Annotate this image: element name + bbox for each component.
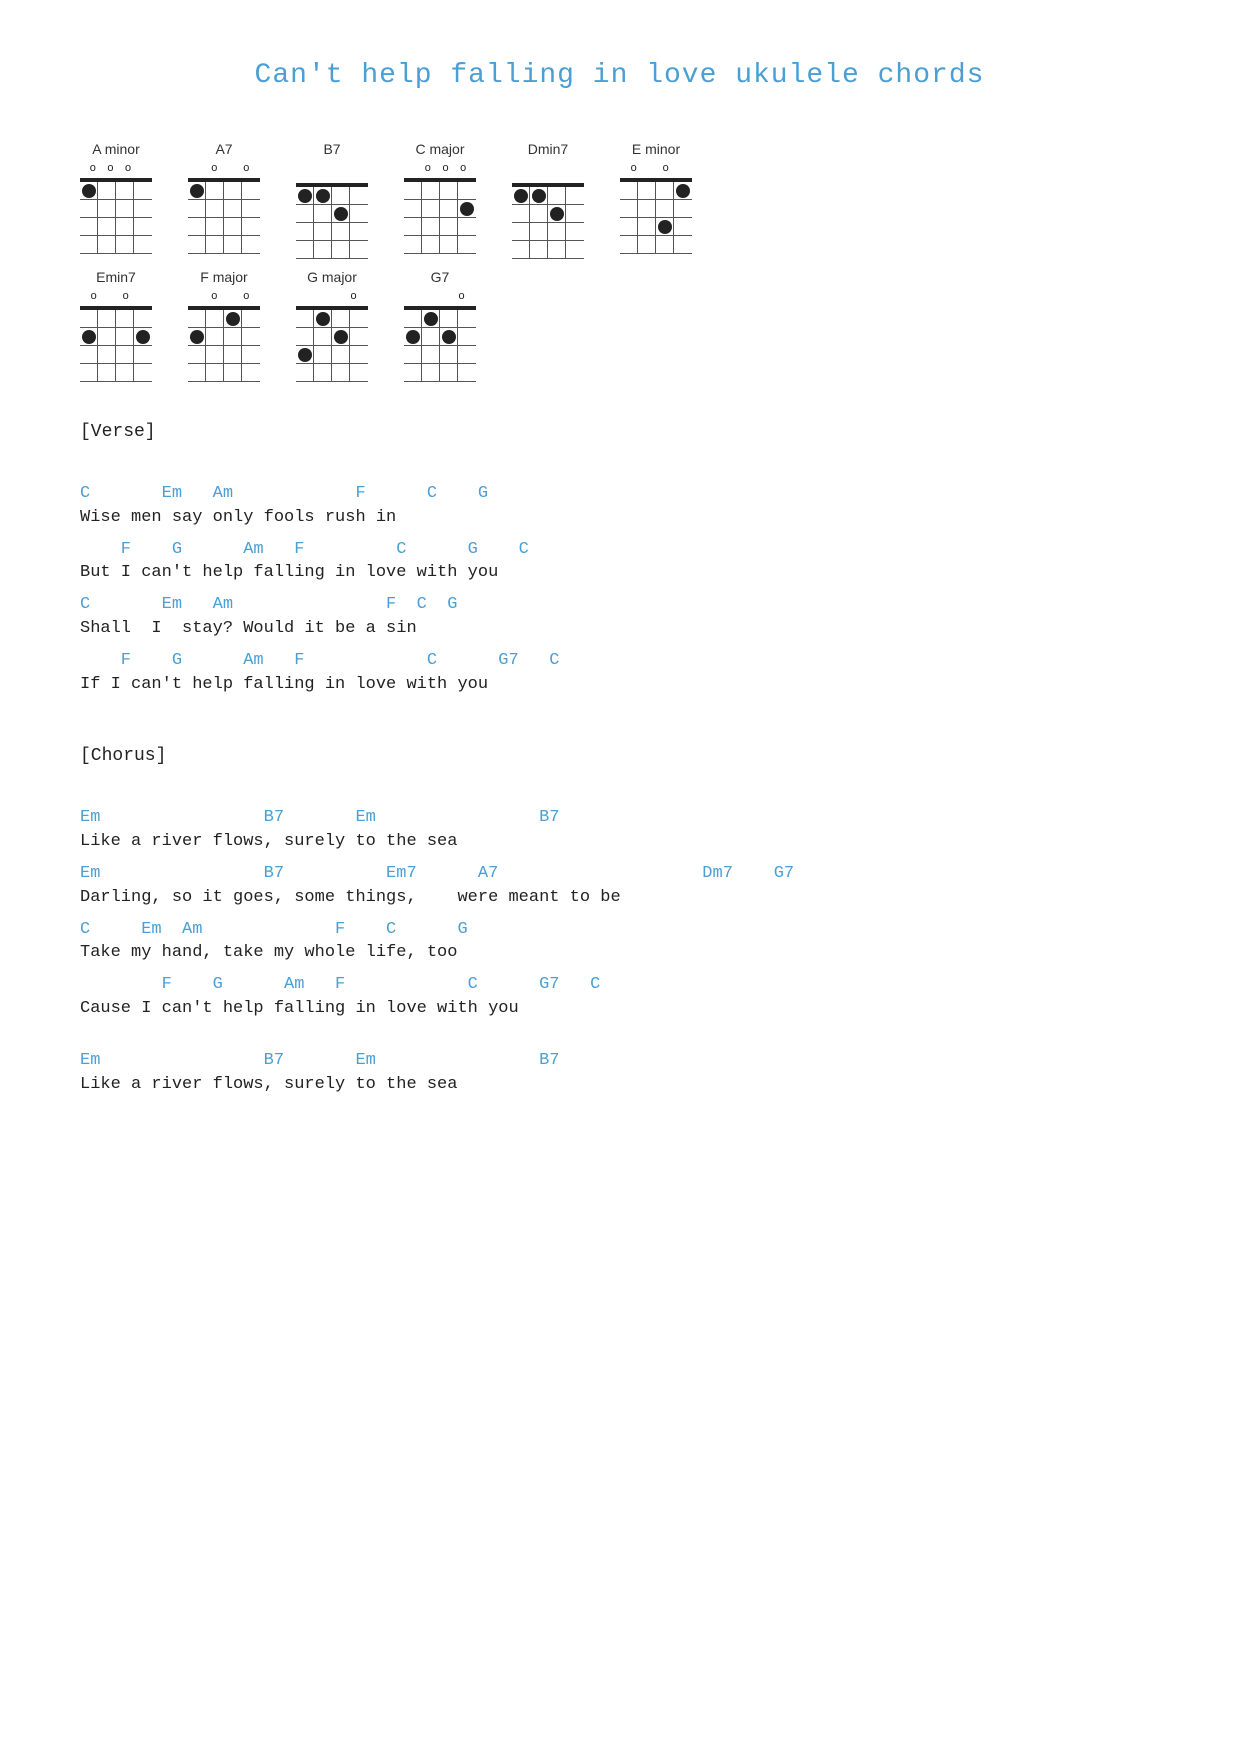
verse-line-1: C Em Am F C G Wise men say only fools ru… (80, 482, 1159, 530)
chorus-lyric-2: Darling, so it goes, some things, were m… (80, 886, 1159, 910)
verse-header: [Verse] (80, 422, 1159, 442)
verse-line-2: F G Am F C G C But I can't help falling … (80, 538, 1159, 586)
chord-diagram-cmajor: C major o o o (404, 141, 476, 254)
chorus-section: [Chorus] Em B7 Em B7 Like a river flows,… (80, 746, 1159, 1096)
chord-diagram-g7: G7 o (404, 269, 476, 382)
verse-chord-4: F G Am F C G7 C (80, 649, 1159, 673)
chorus-lyric-4: Cause I can't help falling in love with … (80, 997, 1159, 1021)
verse-section: [Verse] C Em Am F C G Wise men say only … (80, 422, 1159, 696)
chorus-line-4: F G Am F C G7 C Cause I can't help falli… (80, 973, 1159, 1021)
chorus-chord-3: C Em Am F C G (80, 918, 1159, 942)
page-title: Can't help falling in love ukulele chord… (80, 60, 1159, 91)
chorus-lyric-1: Like a river flows, surely to the sea (80, 830, 1159, 854)
chorus-chord-5: Em B7 Em B7 (80, 1049, 1159, 1073)
verse-lyric-1: Wise men say only fools rush in (80, 506, 1159, 530)
verse-chord-3: C Em Am F C G (80, 593, 1159, 617)
chord-diagram-eminor: E minor o o (620, 141, 692, 254)
chord-diagram-fmajor: F major o o (188, 269, 260, 382)
chord-diagram-b7: B7 (296, 141, 368, 259)
chord-diagram-aminor: A minor o o o (80, 141, 152, 254)
verse-lyric-4: If I can't help falling in love with you (80, 673, 1159, 697)
verse-chord-2: F G Am F C G C (80, 538, 1159, 562)
chorus-chord-1: Em B7 Em B7 (80, 806, 1159, 830)
chorus-header: [Chorus] (80, 746, 1159, 766)
chorus-lyric-5: Like a river flows, surely to the sea (80, 1073, 1159, 1097)
chorus-line-1: Em B7 Em B7 Like a river flows, surely t… (80, 806, 1159, 854)
chorus-chord-4: F G Am F C G7 C (80, 973, 1159, 997)
chord-diagram-dmin7: Dmin7 (512, 141, 584, 259)
chorus-line-2: Em B7 Em7 A7 Dm7 G7 Darling, so it goes,… (80, 862, 1159, 910)
verse-lyric-3: Shall I stay? Would it be a sin (80, 617, 1159, 641)
verse-line-4: F G Am F C G7 C If I can't help falling … (80, 649, 1159, 697)
chorus-chord-2: Em B7 Em7 A7 Dm7 G7 (80, 862, 1159, 886)
verse-line-3: C Em Am F C G Shall I stay? Would it be … (80, 593, 1159, 641)
verse-chord-1: C Em Am F C G (80, 482, 1159, 506)
verse-lyric-2: But I can't help falling in love with yo… (80, 561, 1159, 585)
chorus-line-5: Em B7 Em B7 Like a river flows, surely t… (80, 1049, 1159, 1097)
chord-diagram-a7: A7 o o (188, 141, 260, 254)
chorus-line-3: C Em Am F C G Take my hand, take my whol… (80, 918, 1159, 966)
chord-diagram-emin7: Emin7 o o (80, 269, 152, 382)
chorus-lyric-3: Take my hand, take my whole life, too (80, 941, 1159, 965)
chord-diagram-gmajor: G major o (296, 269, 368, 382)
